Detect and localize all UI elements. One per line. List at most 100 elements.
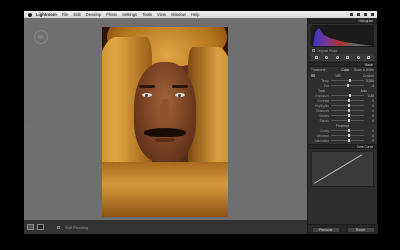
- tint-knob[interactable]: [346, 84, 349, 87]
- spotlight-icon[interactable]: [371, 13, 374, 16]
- tone-slider[interactable]: [331, 104, 364, 107]
- tone-value[interactable]: 0: [366, 114, 374, 118]
- tint-value[interactable]: -4: [366, 84, 374, 88]
- menu-app-name[interactable]: Lightroom: [36, 12, 57, 17]
- tone-label: Highlights: [315, 103, 329, 108]
- tone-slider[interactable]: [331, 119, 364, 122]
- presence-slider[interactable]: [331, 129, 364, 132]
- red-eye-icon[interactable]: [335, 56, 339, 59]
- menu-edit[interactable]: Edit: [73, 12, 80, 17]
- radial-filter-icon[interactable]: [356, 56, 360, 59]
- tone-curve-header[interactable]: Tone Curve: [308, 144, 377, 149]
- lightroom-logo-icon: [34, 30, 48, 44]
- tone-curve-line[interactable]: [313, 154, 363, 184]
- presence-label: Presence: [335, 123, 350, 128]
- photo-eye-left: [142, 93, 152, 97]
- menu-help[interactable]: Help: [191, 12, 200, 17]
- menu-settings[interactable]: Settings: [122, 12, 137, 17]
- eyedropper-icon[interactable]: [311, 74, 315, 77]
- presence-slider-knob[interactable]: [347, 129, 350, 132]
- crop-icon[interactable]: [314, 56, 318, 59]
- treatment-bw-option[interactable]: Black & White: [354, 68, 374, 72]
- treatment-color-option[interactable]: Color: [342, 68, 350, 72]
- tone-slider[interactable]: [331, 99, 364, 102]
- reset-button[interactable]: Reset: [346, 226, 375, 233]
- presence-value[interactable]: 0: [366, 139, 374, 143]
- photo-brow-left: [139, 85, 155, 88]
- menu-develop[interactable]: Develop: [86, 12, 101, 17]
- tone-slider[interactable]: [331, 109, 364, 112]
- menu-window[interactable]: Window: [171, 12, 186, 17]
- presence-slider-knob[interactable]: [347, 139, 350, 142]
- mac-menubar: Lightroom File Edit Develop Photo Settin…: [24, 11, 377, 18]
- temp-value[interactable]: 5,550: [366, 79, 374, 83]
- presence-value[interactable]: 0: [366, 134, 374, 138]
- volume-icon[interactable]: [357, 13, 360, 16]
- tint-slider[interactable]: [331, 84, 364, 87]
- tone-value[interactable]: 0: [366, 109, 374, 113]
- tone-slider-knob[interactable]: [347, 114, 350, 117]
- menu-view[interactable]: View: [157, 12, 166, 17]
- adjustment-brush-icon[interactable]: [367, 56, 371, 59]
- temp-slider[interactable]: [331, 79, 364, 82]
- tone-value[interactable]: 0: [366, 104, 374, 108]
- tone-value[interactable]: 0.35: [366, 94, 374, 98]
- tone-label: Whites: [319, 113, 329, 118]
- before-after-button[interactable]: [37, 224, 44, 230]
- tone-slider-knob[interactable]: [347, 99, 350, 102]
- tone-label: Blacks: [319, 118, 329, 123]
- wb-label: WB :: [335, 73, 343, 78]
- photo-brow-right: [172, 85, 188, 88]
- presence-value[interactable]: 0: [366, 129, 374, 133]
- soft-proofing-checkbox[interactable]: [57, 225, 60, 229]
- presence-label: Saturation: [314, 138, 329, 143]
- previous-button[interactable]: Previous: [311, 226, 340, 233]
- tone-label: Contrast: [316, 98, 329, 103]
- tone-slider[interactable]: [331, 94, 364, 97]
- soft-proofing-label: Soft Proofing: [65, 224, 89, 230]
- presence-label: Vibrance: [316, 133, 329, 138]
- presence-slider[interactable]: [331, 134, 364, 137]
- tone-curve-graph[interactable]: [311, 151, 374, 187]
- presence-slider[interactable]: [331, 139, 364, 142]
- tone-slider-knob[interactable]: [347, 119, 350, 122]
- presence-row: Saturation 0: [308, 138, 377, 143]
- photo-eye-right: [175, 93, 185, 97]
- lightroom-window: Soft Proofing Histogram Original Photo B…: [24, 18, 378, 234]
- treatment-label: Treatment :: [311, 68, 328, 72]
- tone-label: Tone: [318, 88, 325, 93]
- right-panel: Histogram Original Photo Basic Treatment…: [307, 18, 378, 234]
- photo-preview[interactable]: [102, 27, 228, 217]
- tone-auto-button[interactable]: Auto: [360, 89, 367, 93]
- tint-label: Tint: [323, 83, 329, 88]
- menu-file[interactable]: File: [62, 12, 69, 17]
- menu-photo[interactable]: Photo: [106, 12, 117, 17]
- tone-slider-knob[interactable]: [349, 94, 352, 97]
- tone-value[interactable]: 0: [366, 99, 374, 103]
- toolbar: Soft Proofing: [24, 220, 307, 234]
- graduated-filter-icon[interactable]: [346, 56, 350, 59]
- develop-canvas: [24, 18, 307, 220]
- temp-label: Temp: [321, 78, 329, 83]
- original-photo-checkbox[interactable]: [312, 49, 315, 52]
- histogram-header[interactable]: Histogram: [308, 18, 377, 24]
- photo-scarf: [102, 162, 228, 217]
- left-panel-toggle-icon[interactable]: [26, 124, 31, 129]
- presence-rows: Clarity 0 Vibrance 0 Saturation 0: [308, 128, 377, 143]
- menu-tools[interactable]: Tools: [142, 12, 152, 17]
- spot-removal-icon[interactable]: [325, 56, 329, 59]
- presence-slider-knob[interactable]: [347, 134, 350, 137]
- tone-label: Shadows: [315, 108, 329, 113]
- tone-value[interactable]: 0: [366, 119, 374, 123]
- wb-value[interactable]: Custom: [363, 74, 374, 78]
- original-photo-label: Original Photo: [317, 48, 338, 53]
- tone-slider-knob[interactable]: [347, 104, 350, 107]
- battery-icon[interactable]: [364, 13, 367, 16]
- apple-icon[interactable]: [28, 12, 32, 17]
- loupe-view-button[interactable]: [27, 224, 34, 230]
- wifi-icon[interactable]: [350, 13, 353, 16]
- photo-mustache: [144, 128, 186, 137]
- tone-slider-knob[interactable]: [347, 109, 350, 112]
- temp-knob[interactable]: [349, 79, 352, 82]
- tone-slider[interactable]: [331, 114, 364, 117]
